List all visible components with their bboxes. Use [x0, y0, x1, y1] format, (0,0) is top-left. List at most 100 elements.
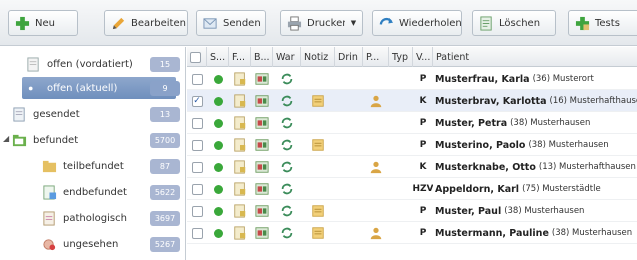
sidebar-item-label: ungesehen — [63, 238, 119, 250]
repeat-button-label: Wiederholen — [399, 17, 462, 29]
note-cell — [301, 156, 335, 178]
b-cell — [251, 222, 273, 244]
column-header-p[interactable]: P... — [363, 47, 389, 67]
print-dropdown-button[interactable]: ▼ — [345, 10, 363, 36]
table-row[interactable]: HZV Appeldorn, Karl (75) Musterstädtle — [187, 178, 637, 200]
column-header-note[interactable]: Notiz — [301, 47, 335, 67]
drin-cell — [335, 112, 363, 134]
delete-button-label: Löschen — [499, 17, 541, 29]
new-button[interactable]: Neu — [8, 10, 78, 36]
unseen-icon — [43, 238, 56, 250]
edit-button[interactable]: Bearbeiten — [104, 10, 188, 36]
sidebar-item-findings[interactable]: befundet — [12, 129, 172, 151]
patient-name: Appeldorn, Karl — [435, 183, 520, 195]
app-window: Neu Bearbeiten Senden Drucken ▼ Wiederho… — [0, 0, 637, 260]
column-header-war[interactable]: War — [273, 47, 301, 67]
row-checkbox-cell[interactable] — [187, 134, 207, 156]
status-cell — [207, 178, 229, 200]
row-checkbox[interactable] — [191, 161, 203, 173]
select-all-checkbox-cell[interactable] — [187, 47, 207, 67]
result-document-icon — [234, 72, 246, 86]
row-checkbox-cell[interactable] — [187, 112, 207, 134]
column-header-type[interactable]: Typ — [389, 47, 413, 67]
war-cell — [273, 178, 301, 200]
v-cell: P — [413, 68, 433, 90]
note-cell[interactable] — [301, 222, 335, 244]
column-header-status[interactable]: S... — [207, 47, 229, 67]
tests-button-label: Tests — [595, 17, 620, 29]
sidebar-item-label: teilbefundet — [63, 160, 124, 172]
select-all-checkbox[interactable] — [190, 51, 201, 63]
patient-cell[interactable]: Muster, Paul (38) Musterhausen — [435, 200, 637, 222]
patient-cell[interactable]: Musterbrav, Karlotta (16) Musterhafthause… — [435, 90, 637, 112]
patient-cell[interactable]: Musterknabe, Otto (13) Musterhafthausen — [435, 156, 637, 178]
table-row[interactable]: P Muster, Petra (38) Musterhausen — [187, 112, 637, 134]
row-checkbox[interactable] — [191, 205, 203, 217]
edit-button-label: Bearbeiten — [131, 17, 186, 29]
b-cell — [251, 134, 273, 156]
note-cell[interactable] — [301, 200, 335, 222]
status-dot-icon — [213, 140, 223, 150]
document-icon — [28, 86, 33, 90]
patient-cell[interactable]: Musterfrau, Karla (36) Musterort — [435, 68, 637, 90]
note-icon — [312, 95, 324, 107]
column-header-b[interactable]: B... — [251, 47, 273, 67]
repeat-button[interactable]: Wiederholen — [372, 10, 462, 36]
p-cell — [363, 200, 389, 222]
count-badge: 13 — [150, 107, 180, 122]
finding-cell — [229, 134, 251, 156]
patient-cell[interactable]: Mustermann, Pauline (38) Musterhausen — [435, 222, 637, 244]
row-checkbox[interactable] — [191, 73, 203, 85]
insurance-type-code: P — [419, 118, 427, 128]
row-checkbox[interactable] — [191, 227, 203, 239]
patient-name: Musterknabe, Otto — [435, 161, 536, 173]
status-cell — [207, 200, 229, 222]
row-checkbox[interactable] — [191, 183, 203, 195]
print-button[interactable]: Drucken — [280, 10, 346, 36]
row-checkbox[interactable]: ✓ — [191, 95, 203, 107]
row-checkbox[interactable] — [191, 139, 203, 151]
table-row[interactable]: P Musterfrau, Karla (36) Musterort — [187, 68, 637, 90]
insurance-type-code: P — [419, 228, 427, 238]
v-cell: K — [413, 90, 433, 112]
finding-cell — [229, 68, 251, 90]
pathology-icon — [43, 210, 55, 226]
row-checkbox-cell[interactable] — [187, 178, 207, 200]
column-header-drin[interactable]: Drin — [335, 47, 363, 67]
tree-collapse-icon[interactable]: ◢ — [3, 134, 9, 143]
row-checkbox-cell[interactable] — [187, 68, 207, 90]
column-header-finding[interactable]: F... — [229, 47, 251, 67]
sidebar-item-label: befundet — [33, 134, 79, 146]
column-header-patient[interactable]: Patient — [433, 47, 637, 67]
sidebar-item-sent[interactable]: gesendet — [12, 103, 172, 125]
column-header-v[interactable]: V... — [413, 47, 433, 67]
send-button[interactable]: Senden — [196, 10, 266, 36]
row-checkbox-cell[interactable] — [187, 200, 207, 222]
delete-button[interactable]: Löschen — [472, 10, 556, 36]
status-dot-icon — [213, 162, 223, 172]
folder-icon — [12, 134, 27, 146]
patient-cell[interactable]: Muster, Petra (38) Musterhausen — [435, 112, 637, 134]
status-dot-icon — [213, 96, 223, 106]
table-row[interactable]: P Mustermann, Pauline (38) Musterhausen — [187, 222, 637, 244]
report-icon — [255, 205, 269, 217]
patient-details: (13) Musterhafthausen — [538, 162, 636, 172]
row-checkbox[interactable] — [191, 117, 203, 129]
table-row[interactable]: P Musterino, Paolo (38) Musterhausen — [187, 134, 637, 156]
note-cell[interactable] — [301, 90, 335, 112]
tests-button[interactable]: Tests — [568, 10, 637, 36]
table-row[interactable]: ✓ K Musterbrav, Karlotta (16) Musterhafthau… — [187, 90, 637, 112]
v-cell: P — [413, 200, 433, 222]
patient-details: (38) Musterhausen — [551, 228, 633, 238]
result-document-icon — [234, 138, 246, 152]
table-row[interactable]: K Musterknabe, Otto (13) Musterhafthausen — [187, 156, 637, 178]
patient-cell[interactable]: Musterino, Paolo (38) Musterhausen — [435, 134, 637, 156]
row-checkbox-cell[interactable]: ✓ — [187, 90, 207, 112]
patient-cell[interactable]: Appeldorn, Karl (75) Musterstädtle — [435, 178, 637, 200]
count-badge: 15 — [150, 57, 180, 72]
note-cell[interactable] — [301, 134, 335, 156]
table-row[interactable]: P Muster, Paul (38) Musterhausen — [187, 200, 637, 222]
printer-icon — [287, 15, 302, 31]
row-checkbox-cell[interactable] — [187, 156, 207, 178]
row-checkbox-cell[interactable] — [187, 222, 207, 244]
